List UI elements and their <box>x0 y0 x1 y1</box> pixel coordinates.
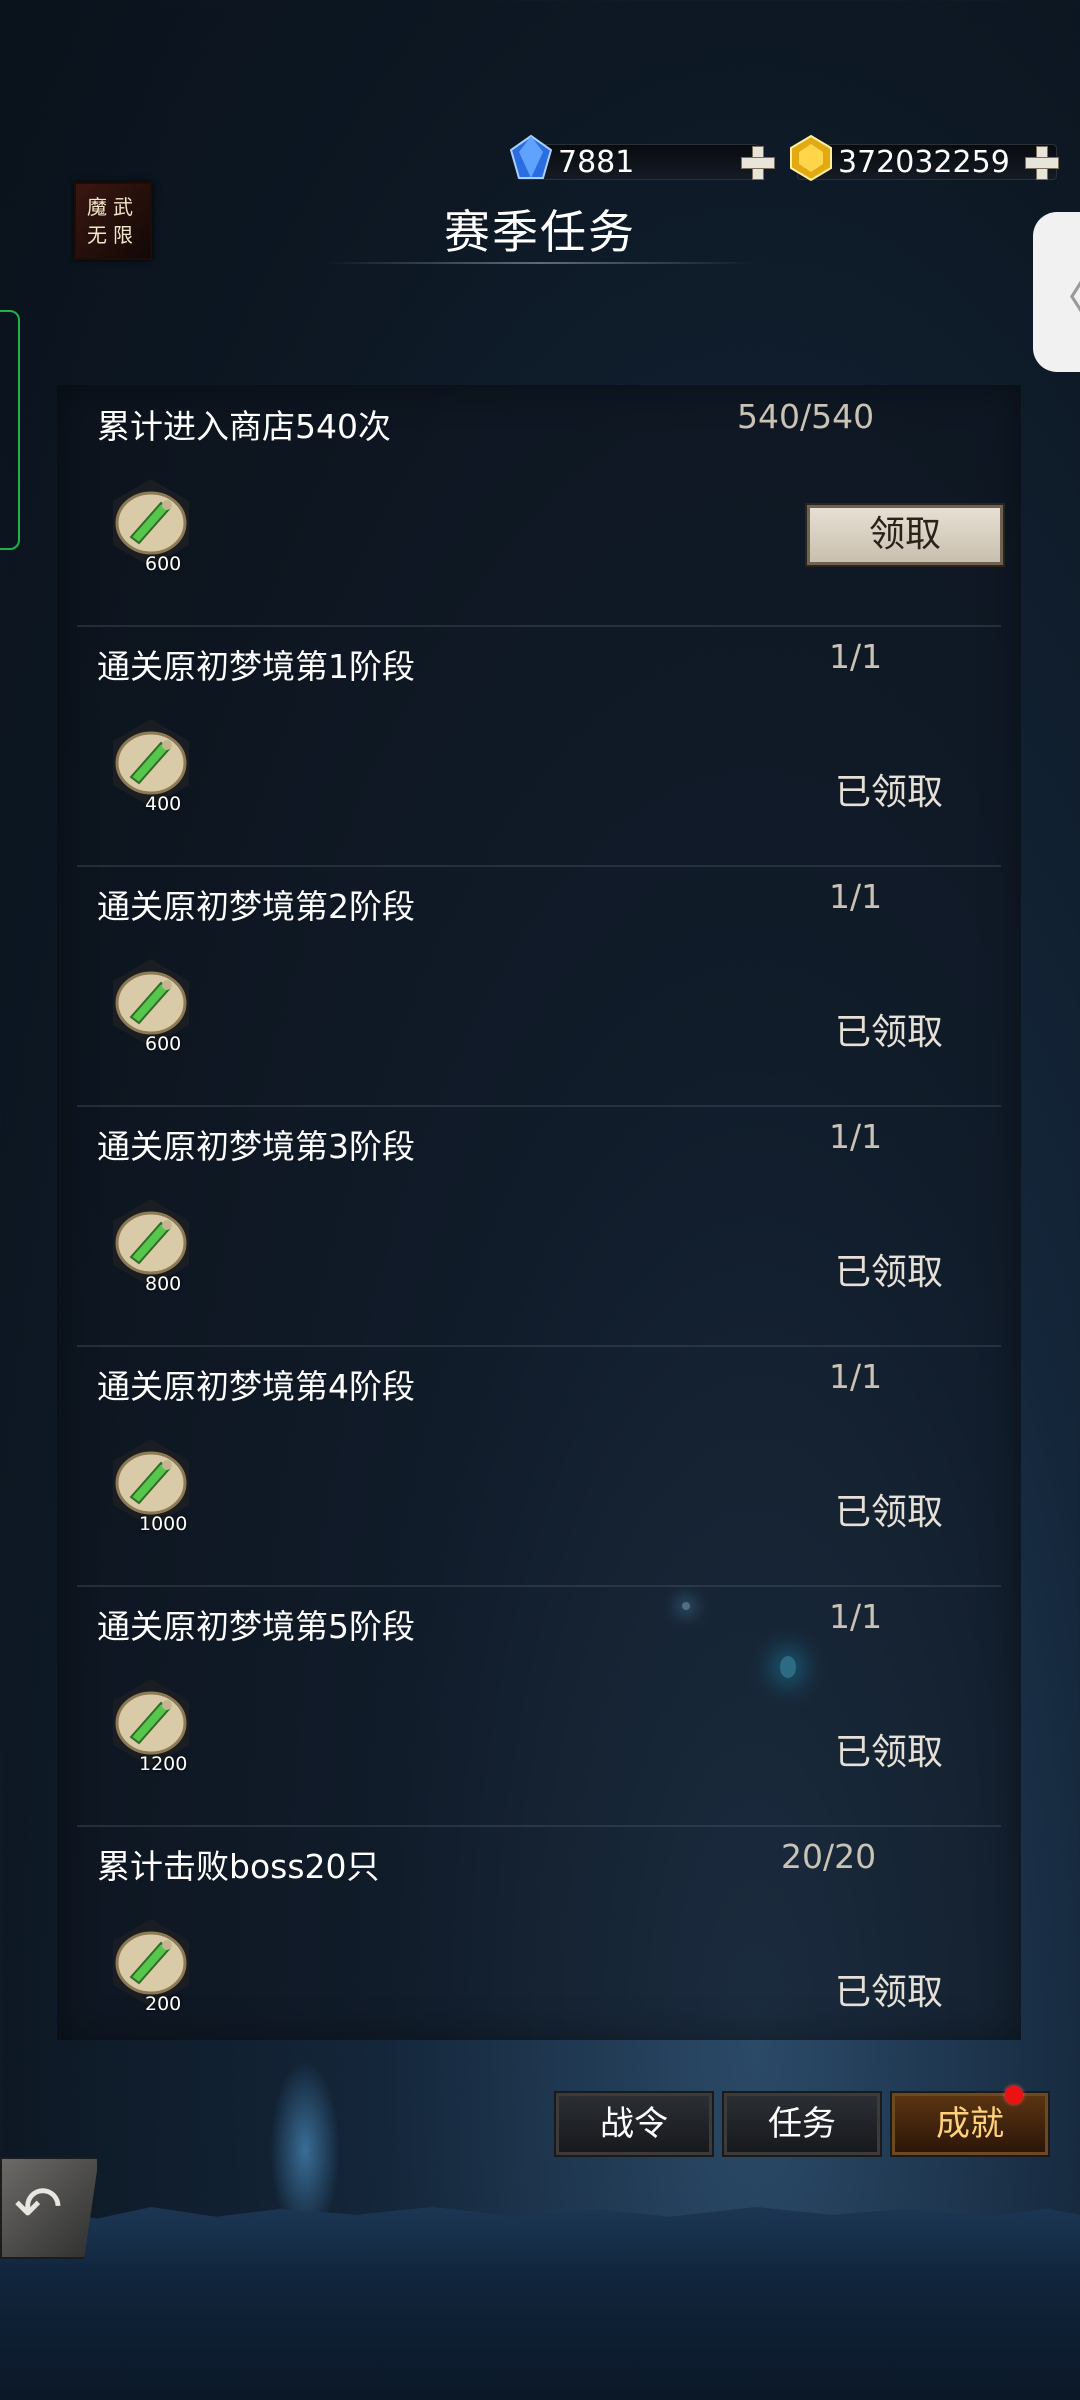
claimed-status: 已领取 <box>835 1732 944 1773</box>
reward-count: 1200 <box>139 1753 188 1775</box>
blue-diamond-icon <box>509 134 553 179</box>
bottom-torn-edge <box>0 2206 1080 2400</box>
chevron-left-icon: 〈 <box>1043 262 1080 328</box>
reward-item[interactable]: 600 <box>105 957 197 1055</box>
tab-achievements-label: 成就 <box>936 2104 1004 2144</box>
claimed-status: 已领取 <box>835 1492 944 1533</box>
task-progress: 1/1 <box>829 637 883 676</box>
reward-count: 600 <box>145 1033 182 1055</box>
claim-button[interactable]: 领取 <box>807 505 1003 565</box>
tab-tasks[interactable]: 任务 <box>724 2093 880 2155</box>
reward-count: 200 <box>145 1993 182 2015</box>
gold-diamond-currency: 372032259 <box>790 134 1059 182</box>
task-progress: 1/1 <box>829 1357 883 1396</box>
task-row: 通关原初梦境第3阶段 1/1 800 已领取 <box>77 1105 1001 1347</box>
tab-achievements[interactable]: 成就 <box>892 2086 1048 2155</box>
task-name: 累计进入商店540次 <box>97 407 391 446</box>
add-gold-diamond-button[interactable] <box>1025 146 1059 180</box>
task-progress: 20/20 <box>781 1837 877 1876</box>
page-title: 赛季任务 <box>444 205 636 259</box>
back-arrow-icon: ↶ <box>14 2173 63 2241</box>
reward-item[interactable]: 800 <box>105 1197 197 1295</box>
claimed-status: 已领取 <box>835 1012 944 1053</box>
reward-count: 1000 <box>139 1513 188 1535</box>
title-divider <box>325 262 755 264</box>
task-row: 通关原初梦境第1阶段 1/1 400 已领取 <box>77 625 1001 867</box>
task-name: 通关原初梦境第4阶段 <box>97 1367 415 1406</box>
reward-item[interactable]: 200 <box>105 1917 197 2015</box>
task-row: 通关原初梦境第4阶段 1/1 1000 已领取 <box>77 1345 1001 1587</box>
reward-count: 800 <box>145 1273 182 1295</box>
task-progress: 1/1 <box>829 1597 883 1636</box>
left-edge-overlay <box>0 310 20 550</box>
task-name: 通关原初梦境第5阶段 <box>97 1607 415 1646</box>
reward-item[interactable]: 400 <box>105 717 197 815</box>
task-progress: 540/540 <box>737 397 875 436</box>
gold-diamond-icon <box>790 134 832 182</box>
blue-diamond-currency: 7881 <box>509 134 775 182</box>
task-name: 通关原初梦境第2阶段 <box>97 887 415 926</box>
blue-diamond-amount: 7881 <box>558 144 635 180</box>
task-progress: 1/1 <box>829 1117 883 1156</box>
task-name: 通关原初梦境第3阶段 <box>97 1127 415 1166</box>
reward-item[interactable]: 600 <box>105 477 197 575</box>
notification-dot <box>1005 2086 1023 2104</box>
task-row: 累计进入商店540次 540/540 600 领取 <box>77 385 1003 627</box>
task-name: 累计击败boss20只 <box>97 1847 380 1886</box>
task-row: 通关原初梦境第2阶段 1/1 600 已领取 <box>77 865 1001 1107</box>
task-row: 累计击败boss20只 20/20 200 已领取 <box>77 1825 1001 2065</box>
reward-item[interactable]: 1000 <box>105 1437 197 1535</box>
back-button[interactable]: ↶ <box>0 2157 99 2259</box>
reward-count: 400 <box>145 793 182 815</box>
claimed-status: 已领取 <box>835 1252 944 1293</box>
task-list-panel: 累计进入商店540次 540/540 600 领取 通关原初梦境第1阶段 1/1… <box>57 385 1021 2040</box>
gold-diamond-amount: 372032259 <box>838 144 1010 180</box>
tab-battle-pass[interactable]: 战令 <box>556 2093 712 2155</box>
reward-count: 600 <box>145 553 182 575</box>
task-name: 通关原初梦境第1阶段 <box>97 647 415 686</box>
side-drawer-handle[interactable]: 〈 <box>1033 212 1080 372</box>
task-row: 通关原初梦境第5阶段 1/1 1200 已领取 <box>77 1585 1001 1827</box>
reward-item[interactable]: 1200 <box>105 1677 197 1775</box>
task-progress: 1/1 <box>829 877 883 916</box>
claimed-status: 已领取 <box>835 772 944 813</box>
add-blue-diamond-button[interactable] <box>741 146 775 180</box>
claimed-status: 已领取 <box>835 1972 944 2013</box>
